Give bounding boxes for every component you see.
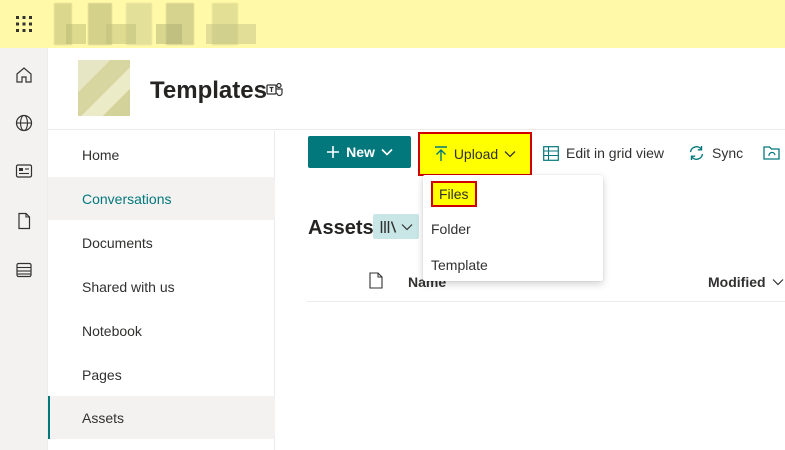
site-header: Templates [48, 48, 785, 130]
rail-sites-button[interactable] [12, 111, 36, 135]
document-icon [18, 212, 31, 230]
waffle-icon [16, 16, 32, 32]
column-modified-header[interactable]: Modified [708, 274, 784, 290]
teams-icon [266, 82, 283, 97]
site-logo[interactable] [78, 60, 130, 116]
nav-item-pages[interactable]: Pages [48, 353, 275, 396]
nav-item-documents[interactable]: Documents [48, 221, 275, 264]
menu-item-folder[interactable]: Folder [423, 212, 603, 246]
folder-shortcut-icon [763, 146, 780, 160]
column-modified-label: Modified [708, 274, 766, 290]
library-icon [380, 220, 396, 233]
news-icon [15, 164, 33, 178]
grid-icon [543, 145, 559, 161]
view-switcher-button[interactable] [373, 214, 419, 239]
redacted-org-name-shade [56, 24, 256, 44]
new-button[interactable]: New [308, 136, 411, 168]
rail-files-button[interactable] [12, 209, 36, 233]
home-icon [16, 67, 32, 83]
menu-item-files-label: Files [431, 181, 477, 207]
sync-button-label: Sync [712, 145, 744, 161]
chevron-down-icon [772, 279, 783, 286]
library-title: Assets [308, 217, 374, 239]
edit-in-grid-view-label: Edit in grid view [566, 145, 665, 161]
sync-button[interactable]: Sync [688, 138, 743, 168]
sync-icon [689, 146, 704, 160]
nav-item-assets[interactable]: Assets [48, 396, 275, 439]
chevron-down-icon [401, 223, 412, 230]
new-button-label: New [346, 144, 375, 160]
site-title[interactable]: Templates [150, 77, 267, 105]
chevron-down-icon [504, 151, 516, 158]
upload-button[interactable]: Upload [418, 132, 532, 176]
rail-news-button[interactable] [12, 159, 36, 183]
file-type-icon[interactable] [369, 272, 383, 289]
chevron-down-icon [381, 148, 393, 156]
upload-menu: Files Folder Template [423, 175, 603, 281]
edit-in-grid-view-button[interactable]: Edit in grid view [543, 138, 664, 168]
list-icon [16, 262, 32, 278]
menu-item-template[interactable]: Template [423, 248, 603, 282]
rail-home-button[interactable] [12, 63, 36, 87]
command-bar: New Upload Edit in grid view Sync [276, 131, 785, 176]
rail-lists-button[interactable] [12, 258, 36, 282]
app-rail [0, 48, 48, 450]
nav-item-conversations[interactable]: Conversations [48, 177, 275, 220]
globe-icon [15, 114, 33, 132]
plus-icon [327, 146, 340, 158]
more-commands-button[interactable] [763, 138, 781, 168]
menu-item-files[interactable]: Files [423, 177, 603, 211]
suite-header [0, 0, 785, 48]
nav-item-shared-with-us[interactable]: Shared with us [48, 265, 275, 308]
site-navigation: Home Conversations Documents Shared with… [48, 131, 275, 450]
upload-icon [434, 146, 447, 161]
nav-item-home[interactable]: Home [48, 133, 275, 176]
app-launcher-button[interactable] [0, 0, 48, 48]
upload-button-label: Upload [453, 146, 499, 162]
nav-item-notebook[interactable]: Notebook [48, 309, 275, 352]
